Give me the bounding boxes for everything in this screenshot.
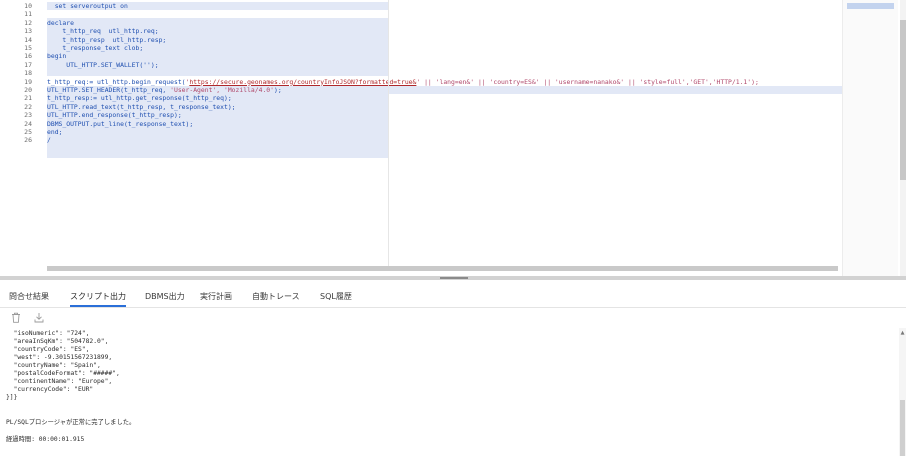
output-tabs: 問合せ結果 スクリプト出力 DBMS出力 実行計画 自動トレース SQL履歴 bbox=[0, 280, 906, 308]
tab-autotrace[interactable]: 自動トレース bbox=[252, 280, 300, 307]
code-line: UTL_HTTP.SET_WALLET(''); bbox=[47, 60, 159, 69]
elapsed-time: 経過時間: 00:00:01.915 bbox=[6, 436, 85, 443]
code-token: UTL_HTTP.end_response(t_http_resp); bbox=[47, 111, 182, 120]
code-line: t_http_resp utl_http.resp; bbox=[47, 36, 166, 44]
code-token: UTL_HTTP.SET_HEADER(t_http_req, bbox=[47, 86, 171, 94]
code-token: end; bbox=[47, 128, 63, 136]
tab-query-result[interactable]: 問合せ結果 bbox=[9, 280, 49, 307]
code-token: ); bbox=[274, 86, 282, 94]
code-token: / bbox=[47, 136, 51, 145]
code-token: UTL_HTTP.SET_WALLET(''); bbox=[47, 60, 159, 69]
line-number: 13 bbox=[24, 27, 32, 36]
code-line: t_response_text clob; bbox=[47, 44, 143, 52]
editor-vertical-scrollbar[interactable] bbox=[900, 0, 906, 276]
code-line: DBMS_OUTPUT.put_line(t_response_text); bbox=[47, 120, 193, 128]
output-panel: 問合せ結果 スクリプト出力 DBMS出力 実行計画 自動トレース SQL履歴 "… bbox=[0, 280, 906, 456]
splitter-handle[interactable] bbox=[440, 277, 468, 279]
line-number: 16 bbox=[24, 52, 32, 61]
code-line: / bbox=[47, 136, 51, 144]
line-number: 18 bbox=[24, 69, 32, 78]
code-token: t_http_req utl_http.req; bbox=[47, 27, 159, 36]
line-number: 19 bbox=[24, 77, 32, 86]
output-line: "isoNumeric": "724", bbox=[6, 330, 90, 337]
output-line: "countryCode": "ES", bbox=[6, 346, 90, 353]
code-line: begin bbox=[47, 52, 66, 60]
output-line: }]} bbox=[6, 394, 18, 401]
line-number: 25 bbox=[24, 128, 32, 136]
line-number: 10 bbox=[24, 2, 32, 10]
line-number: 14 bbox=[24, 35, 32, 44]
code-token: https://secure.geonames.org/countryInfoJ… bbox=[189, 77, 417, 86]
trash-icon[interactable] bbox=[10, 312, 22, 324]
minimap[interactable] bbox=[842, 0, 898, 276]
code-token: t_http_resp:= utl_http.get_response(t_ht… bbox=[47, 94, 232, 103]
output-line: "areaInSqKm": "504782.0", bbox=[6, 338, 109, 345]
code-token: set serveroutput on bbox=[47, 2, 128, 10]
output-line: "currencyCode": "EUR" bbox=[6, 386, 94, 393]
script-output-text: "isoNumeric": "724", "areaInSqKm": "5047… bbox=[6, 330, 896, 456]
code-line: t_http_req:= utl_http.begin_request('htt… bbox=[47, 78, 759, 86]
line-number: 23 bbox=[24, 111, 32, 120]
tab-sql-history[interactable]: SQL履歴 bbox=[320, 280, 352, 307]
line-number-gutter: 10 11 12 13 14 15 16 17 18 19 20 21 22 23 24 25 26 bbox=[0, 0, 47, 276]
line-number: 24 bbox=[24, 119, 32, 128]
output-line: "countryName": "Spain", bbox=[6, 362, 101, 369]
code-line: UTL_HTTP.read_text(t_http_resp, t_respon… bbox=[47, 103, 236, 111]
code-token: ' || 'lang=en&' || 'country=ES&' || 'use… bbox=[416, 77, 759, 86]
scroll-up-icon[interactable]: ▲ bbox=[899, 330, 906, 336]
line-number: 26 bbox=[24, 136, 32, 145]
editor-scroll-thumb[interactable] bbox=[900, 20, 906, 180]
code-token: t_response_text clob; bbox=[47, 44, 144, 52]
code-token: t_http_req:= utl_http.begin_request( bbox=[47, 77, 186, 86]
code-line: set serveroutput on bbox=[47, 2, 128, 10]
tab-dbms-output[interactable]: DBMS出力 bbox=[145, 280, 185, 307]
line-number: 20 bbox=[24, 86, 32, 94]
output-scroll-thumb[interactable] bbox=[900, 400, 905, 456]
code-token: t_http_resp utl_http.resp; bbox=[47, 35, 167, 44]
output-scrollbar[interactable]: ▲ bbox=[899, 328, 906, 456]
code-token: 'User-Agent', 'Mozilla/4.0' bbox=[170, 86, 275, 94]
editor-divider bbox=[388, 0, 389, 266]
code-line: end; bbox=[47, 128, 62, 136]
code-token: DBMS_OUTPUT.put_line(t_response_text); bbox=[47, 119, 194, 128]
line-number: 21 bbox=[24, 94, 32, 103]
line-number: 22 bbox=[24, 102, 32, 111]
code-line: declare bbox=[47, 19, 74, 27]
code-line: t_http_req utl_http.req; bbox=[47, 27, 159, 36]
code-line: UTL_HTTP.end_response(t_http_resp); bbox=[47, 111, 182, 119]
tab-explain-plan[interactable]: 実行計画 bbox=[200, 280, 232, 307]
line-number: 17 bbox=[24, 60, 32, 69]
code-token: declare bbox=[47, 18, 74, 27]
status-message: PL/SQLプロシージャが正常に完了しました。 bbox=[6, 419, 136, 426]
code-line: t_http_resp:= utl_http.get_response(t_ht… bbox=[47, 94, 232, 102]
line-number: 15 bbox=[24, 44, 32, 52]
output-line: "west": -9.30151567231899, bbox=[6, 354, 113, 361]
tab-script-output[interactable]: スクリプト出力 bbox=[70, 280, 126, 307]
code-line: UTL_HTTP.SET_HEADER(t_http_req, 'User-Ag… bbox=[47, 86, 282, 94]
output-line: "continentName": "Europe", bbox=[6, 378, 113, 385]
sql-editor[interactable]: 10 11 12 13 14 15 16 17 18 19 20 21 22 23 24 25 26 set s… bbox=[0, 0, 906, 276]
code-token: UTL_HTTP.read_text(t_http_resp, t_respon… bbox=[47, 102, 236, 111]
line-number: 12 bbox=[24, 18, 32, 27]
minimap-viewport[interactable] bbox=[847, 3, 894, 9]
output-toolbar bbox=[0, 308, 906, 330]
line-number: 11 bbox=[24, 10, 32, 19]
output-line: "postalCodeFormat": "#####", bbox=[6, 370, 120, 377]
horizontal-scrollbar[interactable] bbox=[47, 266, 838, 271]
download-icon[interactable] bbox=[33, 312, 45, 324]
code-token: begin bbox=[47, 52, 67, 61]
code-area[interactable]: set serveroutput on declare t_http_req ut… bbox=[47, 0, 842, 266]
